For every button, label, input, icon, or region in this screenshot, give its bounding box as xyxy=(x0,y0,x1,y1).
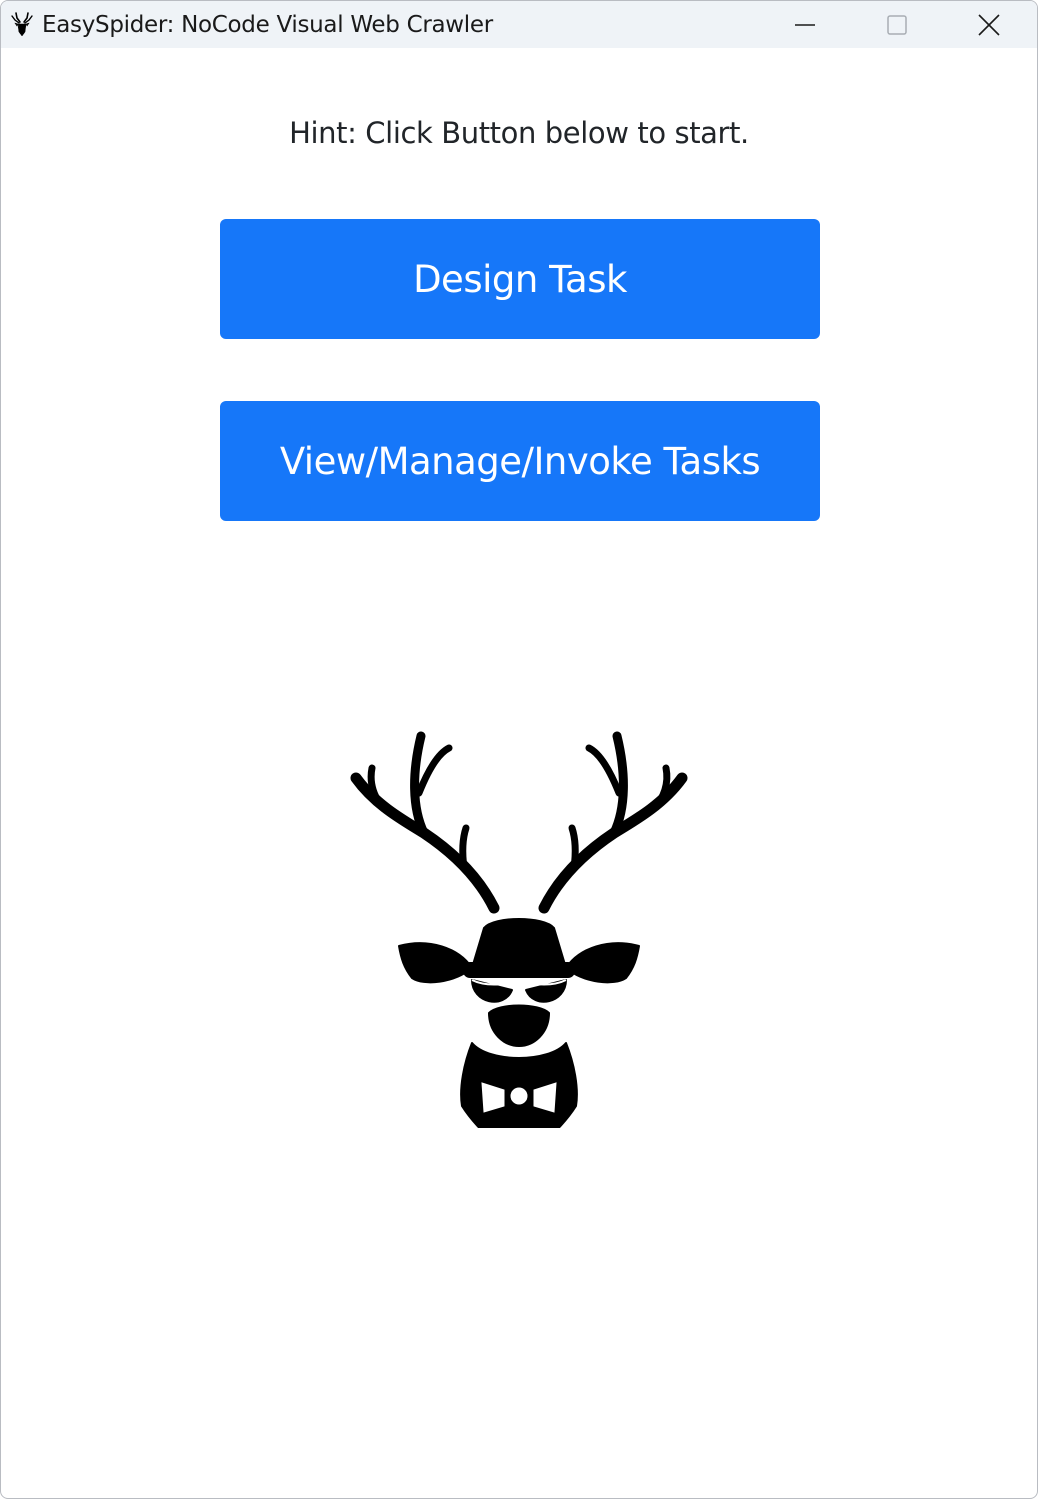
close-icon xyxy=(978,13,1000,36)
close-button[interactable] xyxy=(943,1,1035,48)
maximize-button[interactable] xyxy=(851,1,943,48)
main-content: Hint: Click Button below to start. Desig… xyxy=(1,48,1037,1498)
design-task-button[interactable]: Design Task xyxy=(220,219,820,339)
minimize-icon xyxy=(795,23,815,26)
deer-logo-icon xyxy=(11,12,33,37)
view-manage-invoke-tasks-button[interactable]: View/Manage/Invoke Tasks xyxy=(220,401,820,521)
title-bar[interactable]: EasySpider: NoCode Visual Web Crawler xyxy=(1,1,1037,48)
maximize-icon xyxy=(887,14,907,35)
window-title: EasySpider: NoCode Visual Web Crawler xyxy=(42,12,493,38)
deer-head-logo xyxy=(350,731,688,1128)
minimize-button[interactable] xyxy=(759,1,851,48)
hint-text: Hint: Click Button below to start. xyxy=(289,116,749,150)
app-window: EasySpider: NoCode Visual Web Crawler Hi… xyxy=(0,0,1038,1499)
